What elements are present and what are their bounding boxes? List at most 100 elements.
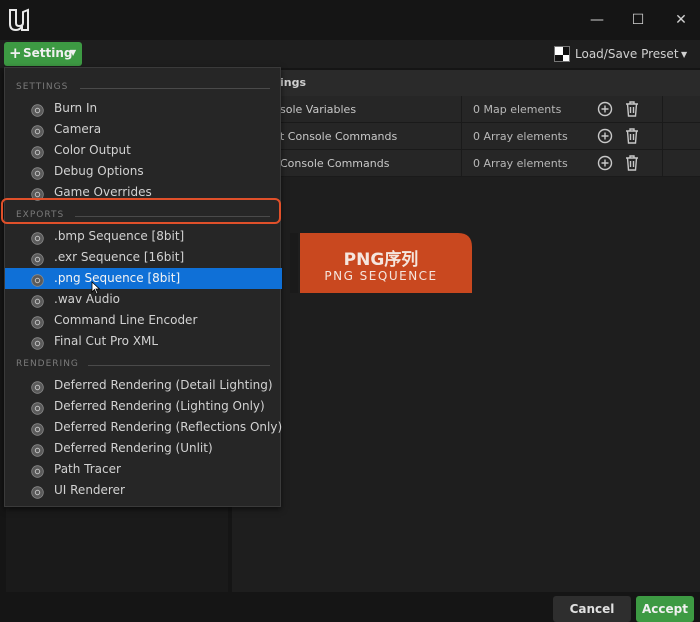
column-divider [461,150,462,177]
menu-item-label: Camera [54,122,102,136]
setting-icon [31,293,44,308]
chevron-down-icon: ▼ [70,48,77,57]
section-divider [80,88,270,89]
add-element-icon[interactable] [597,128,613,144]
section-title: SETTINGS [16,82,69,92]
section-title: EXPORTS [16,210,65,220]
png-sequence-badge: PNG序列 PNG SEQUENCE [290,233,472,293]
load-save-preset-button[interactable]: Load/Save Preset ▼ [554,44,694,64]
menu-item[interactable]: .wav Audio [5,289,282,310]
trash-icon[interactable] [624,100,640,118]
property-name: Console Commands [280,157,390,170]
menu-item-label: UI Renderer [54,483,125,497]
toolbar: + Setting ▼ Load/Save Preset ▼ [0,40,700,68]
property-row: t Console Commands 0 Array elements [232,123,700,150]
plus-icon: + [9,44,22,62]
menu-item[interactable]: Camera [5,119,282,140]
menu-item-label: Burn In [54,101,98,115]
menu-item[interactable]: Burn In [5,98,282,119]
property-value: 0 Map elements [473,103,562,116]
add-setting-button[interactable]: + Setting ▼ [4,42,82,66]
menu-item-label: Game Overrides [54,185,152,199]
section-divider [88,365,270,366]
column-divider [662,150,663,177]
trash-icon[interactable] [624,127,640,145]
menu-item-label: Deferred Rendering (Lighting Only) [54,399,265,413]
menu-item[interactable]: Deferred Rendering (Reflections Only) [5,417,282,438]
chevron-down-icon: ▼ [681,50,688,59]
setting-icon [31,421,44,436]
trash-icon[interactable] [624,154,640,172]
setting-icon [31,123,44,138]
setting-icon [31,186,44,201]
section-divider [75,216,270,217]
menu-item[interactable]: .bmp Sequence [8bit] [5,226,282,247]
menu-item-label: Deferred Rendering (Reflections Only) [54,420,283,434]
badge-subtitle: PNG SEQUENCE [324,269,438,283]
setting-icon [31,230,44,245]
maximize-icon[interactable]: ☐ [628,10,648,30]
menu-item[interactable]: Path Tracer [5,459,282,480]
section-title: RENDERING [16,359,79,369]
menu-item[interactable]: Final Cut Pro XML [5,331,282,352]
menu-item[interactable]: Debug Options [5,161,282,182]
menu-section-header: RENDERING [5,359,282,373]
setting-icon [31,102,44,117]
setting-icon [31,484,44,499]
property-row: sole Variables 0 Map elements [232,96,700,123]
column-divider [461,96,462,123]
cancel-button[interactable]: Cancel [553,596,631,622]
render-settings-window: — ☐ ✕ + Setting ▼ Load/Save Preset ▼ ing… [0,0,700,622]
property-value: 0 Array elements [473,157,568,170]
preset-icon [554,46,570,62]
menu-item[interactable]: Game Overrides [5,182,282,203]
column-divider [461,123,462,150]
menu-item[interactable]: .png Sequence [8bit] [5,268,282,289]
setting-button-label: Setting [23,46,73,60]
setting-icon [31,314,44,329]
property-name: t Console Commands [280,130,398,143]
menu-item-label: Deferred Rendering (Detail Lighting) [54,378,273,392]
title-bar: — ☐ ✕ [0,0,700,40]
menu-item-label: .exr Sequence [16bit] [54,250,185,264]
setting-icon [31,251,44,266]
details-header: ings [232,70,700,96]
menu-item[interactable]: Command Line Encoder [5,310,282,331]
badge-title: PNG序列 [343,250,419,270]
menu-item-label: Command Line Encoder [54,313,198,327]
column-divider [662,96,663,123]
add-element-icon[interactable] [597,155,613,171]
menu-item[interactable]: .exr Sequence [16bit] [5,247,282,268]
property-name: sole Variables [280,103,357,116]
setting-icon [31,335,44,350]
mouse-cursor-icon [91,281,101,295]
property-row: Console Commands 0 Array elements [232,150,700,177]
menu-item-label: Final Cut Pro XML [54,334,159,348]
menu-item[interactable]: Deferred Rendering (Unlit) [5,438,282,459]
close-icon[interactable]: ✕ [671,10,691,30]
column-divider [662,123,663,150]
accept-button[interactable]: Accept [636,596,694,622]
setting-icon [31,272,44,287]
menu-item-label: .wav Audio [54,292,121,306]
menu-item-label: .png Sequence [8bit] [54,271,181,285]
menu-item[interactable]: Deferred Rendering (Detail Lighting) [5,375,282,396]
menu-item[interactable]: Color Output [5,140,282,161]
setting-icon [31,442,44,457]
minimize-icon[interactable]: — [587,10,607,30]
menu-item-label: .bmp Sequence [8bit] [54,229,185,243]
setting-icon [31,144,44,159]
footer-bar: Cancel Accept [0,592,700,622]
menu-section-header: SETTINGS [5,82,282,96]
add-element-icon[interactable] [597,101,613,117]
menu-item-label: Debug Options [54,164,144,178]
menu-item[interactable]: UI Renderer [5,480,282,501]
menu-item[interactable]: Deferred Rendering (Lighting Only) [5,396,282,417]
setting-icon [31,400,44,415]
setting-icon [31,463,44,478]
details-header-title: ings [280,76,307,89]
menu-item-label: Deferred Rendering (Unlit) [54,441,213,455]
menu-item-label: Color Output [54,143,131,157]
menu-item-label: Path Tracer [54,462,121,476]
unreal-logo-icon [9,8,29,32]
